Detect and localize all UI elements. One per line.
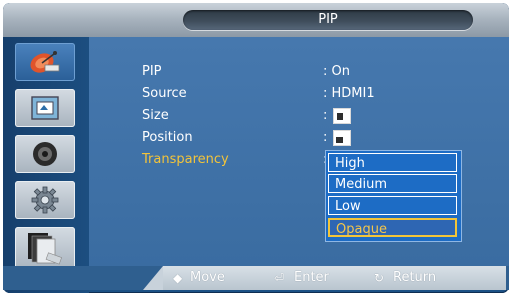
osd-window: PIP [3, 3, 509, 293]
menu-label-source[interactable]: Source [142, 86, 187, 102]
enter-icon: ⏎ [274, 271, 285, 285]
transparency-dropdown: High Medium Low Opaque [325, 150, 462, 242]
gear-icon [31, 186, 59, 214]
dropdown-option-high[interactable]: High [328, 153, 457, 172]
return-icon: ↻ [374, 271, 385, 285]
dropdown-option-medium[interactable]: Medium [328, 174, 457, 193]
sidebar-item-sound[interactable] [15, 135, 75, 173]
move-arrows-icon: ◆ [173, 271, 183, 285]
menu-value-source: : HDMI1 [323, 86, 375, 101]
size-preview-icon [333, 108, 351, 124]
speaker-icon [33, 142, 57, 166]
dropdown-option-low[interactable]: Low [328, 196, 457, 215]
satellite-dish-icon [30, 51, 60, 73]
position-preview-icon [333, 130, 351, 146]
menu-label-position[interactable]: Position [142, 130, 193, 146]
sidebar [3, 37, 89, 293]
multi-screen-icon [28, 233, 62, 265]
footer-return-label: Return [393, 270, 437, 285]
sidebar-item-setup[interactable] [15, 181, 75, 219]
footer-move-label: Move [190, 270, 225, 285]
footer-enter-label: Enter [294, 270, 329, 285]
picture-icon [31, 96, 59, 120]
menu-label-pip[interactable]: PIP [142, 64, 162, 80]
menu-value-pip: : On [323, 64, 350, 79]
sidebar-item-picture[interactable] [15, 89, 75, 127]
sidebar-item-multi-control[interactable] [15, 227, 75, 271]
menu-value-position: : [323, 130, 328, 145]
sidebar-item-input[interactable] [15, 43, 75, 81]
dropdown-option-opaque[interactable]: Opaque [328, 218, 457, 237]
window-title: PIP [318, 12, 338, 27]
menu-value-size: : [323, 108, 328, 123]
footer-slope [143, 266, 163, 290]
menu-label-transparency[interactable]: Transparency [142, 152, 229, 168]
menu-label-size[interactable]: Size [142, 108, 169, 124]
